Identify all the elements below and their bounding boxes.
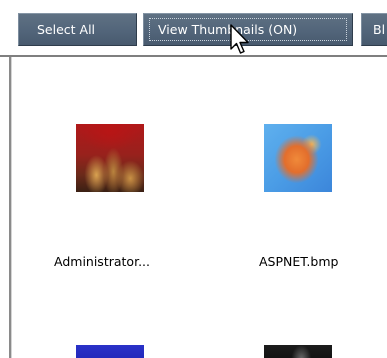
partially-visible-button-label: Bl	[373, 22, 386, 37]
thumbnail-panel: Administrator... ASPNET.bmp	[0, 55, 387, 358]
toolbar: Select All View Thumbnails (ON) Bl	[0, 0, 387, 55]
file-thumbnail-aspnet[interactable]	[264, 124, 332, 192]
file-name-administrator[interactable]: Administrator...	[54, 254, 150, 269]
file-name-aspnet[interactable]: ASPNET.bmp	[259, 254, 338, 269]
partially-visible-button[interactable]: Bl	[361, 13, 387, 46]
select-all-button[interactable]: Select All	[18, 13, 137, 46]
select-all-label: Select All	[37, 22, 96, 37]
focus-ring	[149, 18, 347, 41]
file-thumbnail-blue[interactable]	[76, 345, 144, 358]
file-thumbnail-administrator[interactable]	[76, 124, 144, 192]
panel-border	[9, 57, 12, 358]
file-thumbnail-dark[interactable]	[264, 345, 332, 358]
view-thumbnails-toggle-button[interactable]: View Thumbnails (ON)	[143, 13, 353, 46]
